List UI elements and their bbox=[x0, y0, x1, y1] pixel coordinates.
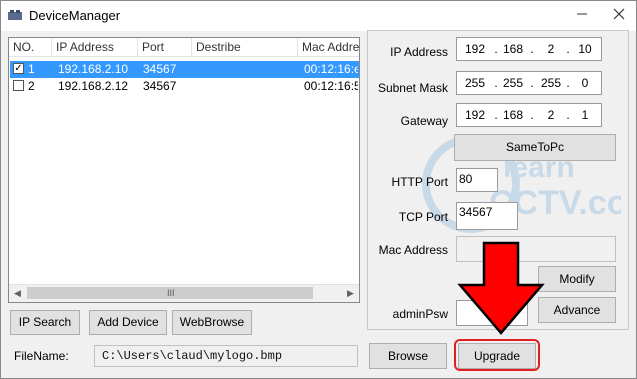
gw-octet-3[interactable]: 2 bbox=[539, 108, 563, 122]
mask-octet-3[interactable]: 255 bbox=[539, 76, 563, 90]
filename-field[interactable]: C:\Users\claud\mylogo.bmp bbox=[94, 345, 358, 367]
title-bar: DeviceManager bbox=[1, 1, 636, 31]
row-port: 34567 bbox=[143, 62, 177, 76]
ip-address-label: IP Address bbox=[390, 45, 448, 59]
http-port-field[interactable]: 80 bbox=[456, 168, 498, 192]
device-list[interactable]: NO. IP Address Port Destribe Mac Addre ✓… bbox=[8, 37, 360, 303]
tcp-port-label: TCP Port bbox=[398, 210, 448, 224]
row-port: 34567 bbox=[143, 79, 177, 93]
filename-label: FileName: bbox=[14, 349, 69, 363]
admin-psw-label: adminPsw bbox=[392, 307, 448, 321]
mask-octet-2[interactable]: 255 bbox=[501, 76, 525, 90]
row-no: 2 bbox=[28, 79, 35, 93]
row-ip: 192.168.2.12 bbox=[58, 79, 129, 93]
gw-octet-1[interactable]: 192 bbox=[463, 108, 487, 122]
table-row[interactable]: 2 192.168.2.12 34567 00:12:16:5 bbox=[10, 78, 359, 95]
http-port-label: HTTP Port bbox=[391, 175, 448, 189]
scroll-right-icon[interactable]: ▶ bbox=[342, 285, 359, 302]
row-no: 1 bbox=[28, 62, 35, 76]
table-row[interactable]: ✓ 1 192.168.2.10 34567 00:12:16:e bbox=[10, 61, 359, 78]
web-browse-button[interactable]: WebBrowse bbox=[172, 310, 252, 335]
scroll-thumb[interactable]: III bbox=[27, 287, 313, 299]
ip-address-field[interactable]: 192 . 168 . 2 . 10 bbox=[456, 37, 602, 61]
minimize-icon[interactable] bbox=[571, 5, 593, 25]
subnet-mask-label: Subnet Mask bbox=[377, 81, 448, 95]
list-header: NO. IP Address Port Destribe Mac Addre bbox=[9, 38, 359, 57]
advance-button[interactable]: Advance bbox=[538, 297, 616, 323]
ip-octet-4[interactable]: 10 bbox=[573, 42, 597, 56]
ip-octet-3[interactable]: 2 bbox=[539, 42, 563, 56]
row-mac: 00:12:16:5 bbox=[304, 79, 358, 93]
subnet-mask-field[interactable]: 255 . 255 . 255 . 0 bbox=[456, 71, 602, 95]
browse-button[interactable]: Browse bbox=[369, 343, 447, 369]
same-to-pc-button[interactable]: SameToPc bbox=[454, 134, 616, 161]
column-header-port[interactable]: Port bbox=[138, 38, 192, 56]
gw-octet-4[interactable]: 1 bbox=[573, 108, 597, 122]
column-header-ip[interactable]: IP Address bbox=[52, 38, 138, 56]
row-mac: 00:12:16:e bbox=[304, 62, 358, 76]
upgrade-highlight-annotation bbox=[454, 339, 540, 371]
modify-button[interactable]: Modify bbox=[538, 266, 616, 292]
window-title: DeviceManager bbox=[29, 8, 121, 23]
close-icon[interactable] bbox=[608, 5, 630, 25]
add-device-button[interactable]: Add Device bbox=[89, 310, 167, 335]
device-manager-window: DeviceManager NO. IP Address Port Destri… bbox=[0, 0, 637, 379]
mask-octet-4[interactable]: 0 bbox=[573, 76, 597, 90]
tcp-port-field[interactable]: 34567 bbox=[456, 202, 518, 230]
gw-octet-2[interactable]: 168 bbox=[501, 108, 525, 122]
ip-octet-2[interactable]: 168 bbox=[501, 42, 525, 56]
column-header-no[interactable]: NO. bbox=[9, 38, 52, 56]
red-arrow-annotation bbox=[457, 241, 545, 335]
ip-search-button[interactable]: IP Search bbox=[10, 310, 80, 335]
row-ip: 192.168.2.10 bbox=[58, 62, 129, 76]
gateway-label: Gateway bbox=[400, 114, 448, 128]
app-icon bbox=[8, 10, 22, 20]
ip-octet-1[interactable]: 192 bbox=[463, 42, 487, 56]
row-checkbox[interactable]: ✓ bbox=[13, 63, 24, 74]
column-header-mac[interactable]: Mac Addre bbox=[298, 38, 359, 56]
scroll-left-icon[interactable]: ◀ bbox=[9, 285, 26, 302]
column-header-describe[interactable]: Destribe bbox=[192, 38, 298, 56]
mask-octet-1[interactable]: 255 bbox=[463, 76, 487, 90]
scroll-grip: III bbox=[167, 288, 175, 298]
horizontal-scrollbar[interactable]: ◀ III ▶ bbox=[9, 284, 359, 302]
gateway-field[interactable]: 192 . 168 . 2 . 1 bbox=[456, 103, 602, 127]
row-checkbox[interactable] bbox=[13, 80, 24, 91]
mac-address-label: Mac Address bbox=[378, 243, 448, 257]
